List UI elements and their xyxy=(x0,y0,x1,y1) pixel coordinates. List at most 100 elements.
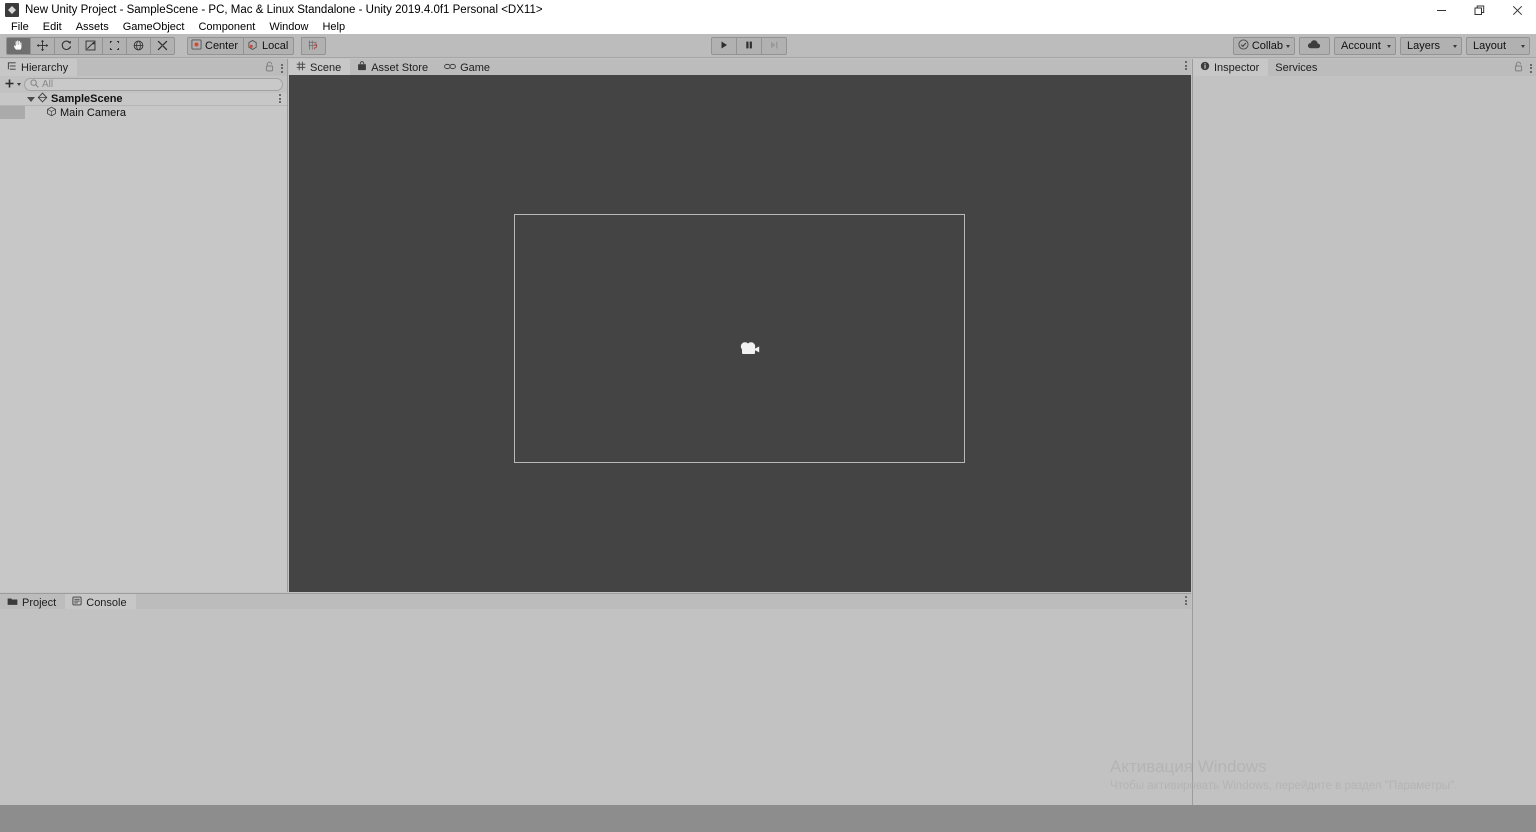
pause-button[interactable] xyxy=(736,37,762,55)
rect-icon xyxy=(108,39,121,52)
menu-help[interactable]: Help xyxy=(315,20,352,34)
playback-controls xyxy=(711,37,787,55)
rotate-tool-button[interactable] xyxy=(54,36,79,55)
tab-game[interactable]: Game xyxy=(437,59,500,76)
main-camera-gizmo-icon[interactable] xyxy=(736,339,763,358)
inspector-tab-icons xyxy=(1514,61,1532,75)
layout-label: Layout xyxy=(1473,40,1507,52)
transform-tool-button[interactable] xyxy=(126,36,151,55)
plus-icon xyxy=(4,78,15,92)
close-icon[interactable] xyxy=(1498,0,1536,20)
layers-label: Layers xyxy=(1407,40,1441,52)
hierarchy-row-label: SampleScene xyxy=(51,93,123,105)
hierarchy-row-samplescene[interactable]: SampleScene xyxy=(0,92,287,106)
gameobject-icon xyxy=(46,106,57,120)
rect-tool-button[interactable] xyxy=(102,36,127,55)
move-tool-button[interactable] xyxy=(30,36,55,55)
move-icon xyxy=(36,39,49,52)
tab-inspector-label: Inspector xyxy=(1214,61,1260,74)
local-space-icon xyxy=(247,39,259,53)
cloud-icon xyxy=(1307,39,1322,53)
tab-scene-label: Scene xyxy=(310,61,342,74)
hierarchy-toolbar: All xyxy=(0,76,287,93)
menu-window[interactable]: Window xyxy=(262,20,315,34)
tab-asset-store[interactable]: Asset Store xyxy=(350,59,438,76)
kebab-menu-icon[interactable] xyxy=(279,94,281,103)
chevron-down-icon xyxy=(1453,44,1457,48)
tab-hierarchy-label: Hierarchy xyxy=(21,61,69,74)
hand-icon xyxy=(12,39,25,52)
tab-services-label: Services xyxy=(1275,61,1318,74)
menu-component[interactable]: Component xyxy=(191,20,262,34)
console-icon xyxy=(72,596,82,609)
scale-tool-button[interactable] xyxy=(78,36,103,55)
rotate-icon xyxy=(60,39,73,52)
hierarchy-tab-icons xyxy=(265,61,283,75)
account-label: Account xyxy=(1341,40,1381,52)
pivot-group: Center Local xyxy=(187,36,295,55)
scene-icon xyxy=(37,92,48,106)
minimize-icon[interactable] xyxy=(1422,0,1460,20)
restore-icon[interactable] xyxy=(1460,0,1498,20)
main-toolbar: Center Local Collab Account Layers Layou… xyxy=(0,34,1536,58)
collab-button[interactable]: Collab xyxy=(1232,37,1295,55)
hierarchy-search-input[interactable]: All xyxy=(24,78,283,91)
tab-game-label: Game xyxy=(460,61,491,74)
console-log-area[interactable] xyxy=(0,609,1191,805)
unity-logo-icon xyxy=(5,3,19,17)
lock-icon[interactable] xyxy=(265,61,274,75)
transform-tools-group xyxy=(6,36,175,55)
account-button[interactable]: Account xyxy=(1334,37,1396,55)
menu-edit[interactable]: Edit xyxy=(36,20,69,34)
search-icon xyxy=(30,78,39,91)
scene-canvas[interactable] xyxy=(289,75,1191,592)
tab-inspector[interactable]: Inspector xyxy=(1193,59,1269,76)
step-icon xyxy=(769,40,779,53)
hierarchy-row-label: Main Camera xyxy=(60,106,127,119)
layers-button[interactable]: Layers xyxy=(1400,37,1462,55)
center-pivot-icon xyxy=(191,38,202,53)
store-icon xyxy=(357,61,367,74)
pivot-mode-button[interactable]: Center xyxy=(187,36,245,55)
custom-editor-tool-button[interactable] xyxy=(150,36,175,55)
lock-icon[interactable] xyxy=(1514,61,1523,75)
play-button[interactable] xyxy=(711,37,737,55)
hierarchy-icon xyxy=(7,61,17,74)
hierarchy-row-main-camera[interactable]: Main Camera xyxy=(0,106,287,119)
toolbar-right-group: Collab Account Layers Layout xyxy=(1232,37,1530,55)
game-icon xyxy=(444,62,456,74)
add-gameobject-button[interactable] xyxy=(4,78,21,92)
step-button[interactable] xyxy=(761,37,787,55)
grid-snap-button[interactable] xyxy=(301,36,327,55)
tab-services[interactable]: Services xyxy=(1268,59,1327,76)
pause-icon xyxy=(744,40,754,53)
play-icon xyxy=(719,40,729,53)
grid-snap-group xyxy=(301,36,327,55)
cloud-button[interactable] xyxy=(1299,37,1330,55)
window-controls xyxy=(1422,0,1536,20)
scene-grid-icon xyxy=(296,61,306,74)
space-mode-label: Local xyxy=(262,39,289,52)
menu-gameobject[interactable]: GameObject xyxy=(116,20,192,34)
kebab-menu-icon[interactable] xyxy=(1185,596,1187,605)
menu-file[interactable]: File xyxy=(4,20,36,34)
space-mode-button[interactable]: Local xyxy=(243,36,295,55)
tab-scene[interactable]: Scene xyxy=(289,59,351,76)
chevron-down-icon xyxy=(1387,44,1391,48)
collab-check-icon xyxy=(1238,39,1249,53)
menu-assets[interactable]: Assets xyxy=(69,20,116,34)
kebab-menu-icon[interactable] xyxy=(1530,63,1532,73)
chevron-down-icon xyxy=(17,83,21,86)
kebab-menu-icon[interactable] xyxy=(281,63,283,73)
scene-tabbar: Scene Asset Store Game xyxy=(289,59,1191,76)
wrench-icon xyxy=(156,39,169,52)
hand-tool-button[interactable] xyxy=(6,36,31,55)
tab-hierarchy[interactable]: Hierarchy xyxy=(0,59,78,76)
title-bar: New Unity Project - SampleScene - PC, Ma… xyxy=(0,0,1536,20)
status-bar xyxy=(0,805,1536,832)
kebab-menu-icon[interactable] xyxy=(1185,61,1187,70)
folder-icon xyxy=(7,597,18,609)
twirl-down-icon[interactable] xyxy=(27,96,35,102)
layout-button[interactable]: Layout xyxy=(1466,37,1530,55)
tab-console-label: Console xyxy=(86,596,127,609)
